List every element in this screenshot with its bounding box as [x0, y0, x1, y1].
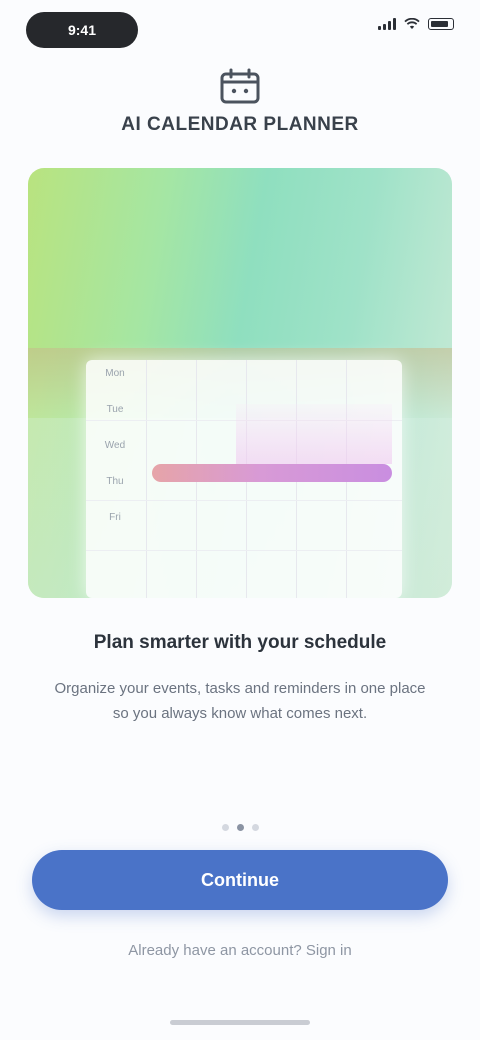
calendar-column-divider — [146, 360, 147, 598]
status-time: 9:41 — [26, 12, 138, 48]
day-label: Wed — [104, 440, 126, 451]
page-indicator — [0, 824, 480, 831]
sign-in-link[interactable]: Already have an account? Sign in — [0, 942, 480, 959]
day-label: Fri — [109, 512, 121, 523]
onboarding-headline: Plan smarter with your schedule — [93, 632, 387, 653]
calendar-logo-icon — [220, 68, 260, 104]
calendar-preview: Mon Tue Wed Thu Fri — [86, 360, 402, 598]
cellular-signal-icon — [378, 18, 396, 30]
day-label: Tue — [106, 404, 124, 415]
hero-illustration: Mon Tue Wed Thu Fri — [28, 168, 452, 598]
wifi-icon — [404, 18, 420, 29]
home-indicator — [170, 1020, 310, 1025]
status-bar: 9:41 — [0, 0, 480, 64]
continue-button[interactable]: Continue — [32, 850, 448, 910]
calendar-row-divider — [86, 550, 402, 551]
onboarding-body: Organize your events, tasks and reminder… — [54, 680, 426, 722]
page-dot-active[interactable] — [236, 824, 244, 831]
calendar-event-bar — [152, 464, 392, 482]
page-dot[interactable] — [251, 824, 259, 831]
day-label: Mon — [105, 368, 125, 379]
calendar-row-divider — [86, 500, 402, 501]
day-label: Thu — [106, 476, 124, 487]
battery-icon — [428, 18, 454, 30]
page-dot[interactable] — [221, 824, 229, 831]
status-icons — [378, 18, 454, 30]
day-labels: Mon Tue Wed Thu Fri — [90, 368, 140, 548]
app-title: AI CALENDAR PLANNER — [121, 114, 359, 135]
calendar-event-block — [236, 404, 392, 464]
